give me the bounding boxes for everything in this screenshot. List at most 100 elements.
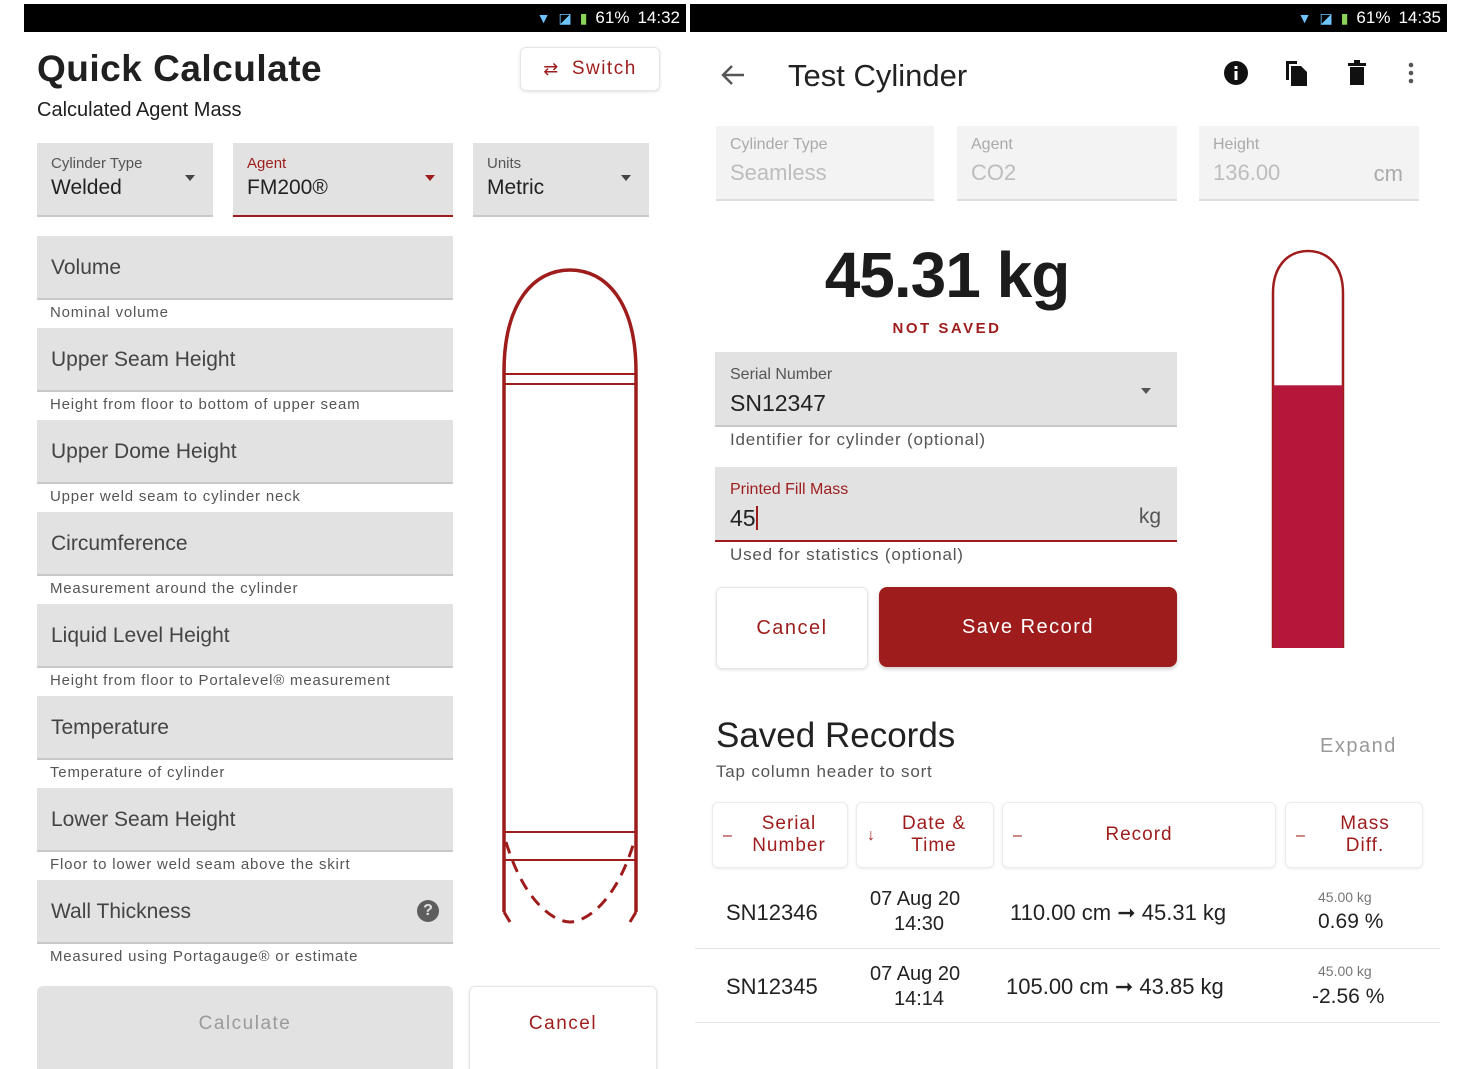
- volume-input[interactable]: Volume: [37, 236, 453, 300]
- wall-thickness-helper: Measured using Portagauge® or estimate: [50, 948, 359, 965]
- cylinder-type-value: Welded: [51, 176, 122, 199]
- saved-records-title: Saved Records: [716, 716, 956, 755]
- row-time: 14:30: [894, 913, 945, 935]
- serial-number-select[interactable]: Serial Number SN12347: [715, 352, 1177, 427]
- circumference-helper: Measurement around the cylinder: [50, 580, 299, 597]
- gauge-fill: [1273, 385, 1343, 648]
- swap-icon: ⇄: [543, 58, 560, 79]
- clock: 14:35: [1398, 8, 1441, 27]
- header-mass-diff[interactable]: – Mass Diff.: [1285, 802, 1423, 868]
- wall-thickness-input[interactable]: Wall Thickness ?: [37, 880, 453, 944]
- battery-icon: ▮: [579, 9, 588, 26]
- cancel-button[interactable]: Cancel: [716, 587, 868, 669]
- no-sim-icon: ◪: [558, 9, 572, 26]
- printed-fill-mass-value: 45: [730, 505, 756, 531]
- page-subtitle: Calculated Agent Mass: [37, 99, 242, 121]
- agent-value: CO2: [971, 160, 1017, 185]
- delete-icon[interactable]: [1342, 58, 1372, 88]
- arrow-down-icon: ↓: [867, 827, 876, 844]
- help-icon[interactable]: ?: [417, 900, 439, 922]
- cylinder-type-select[interactable]: Cylinder Type Welded: [37, 143, 213, 217]
- upper-dome-height-helper: Upper weld seam to cylinder neck: [50, 488, 301, 505]
- row-time: 14:14: [894, 988, 945, 1010]
- serial-number-helper: Identifier for cylinder (optional): [730, 430, 986, 449]
- upper-seam-height-helper: Height from floor to bottom of upper sea…: [50, 396, 361, 413]
- wall-thickness-label: Wall Thickness: [51, 900, 192, 923]
- cylinder-diagram: [502, 268, 638, 924]
- calculate-button[interactable]: Calculate: [37, 986, 453, 1069]
- cancel-button[interactable]: Cancel: [469, 986, 657, 1069]
- page-title: Quick Calculate: [37, 48, 323, 89]
- header-date-label: Date & Time: [901, 813, 967, 856]
- save-status: NOT SAVED: [892, 320, 1002, 337]
- height-unit: cm: [1373, 161, 1403, 186]
- serial-number-value: SN12347: [730, 390, 826, 416]
- upper-dome-height-input[interactable]: Upper Dome Height: [37, 420, 453, 484]
- status-bar: ▼ ◪ ▮ 61% 14:32: [24, 4, 686, 32]
- serial-number-label: Serial Number: [730, 366, 833, 383]
- units-select[interactable]: Units Metric: [473, 143, 649, 217]
- lower-seam-height-helper: Floor to lower weld seam above the skirt: [50, 856, 351, 873]
- calculated-mass: 45.31 kg: [824, 239, 1071, 311]
- cylinder-type-label: Cylinder Type: [51, 155, 143, 172]
- circumference-input[interactable]: Circumference: [37, 512, 453, 576]
- status-bar: ▼ ◪ ▮ 61% 14:35: [690, 4, 1447, 32]
- expand-button[interactable]: Expand: [1320, 735, 1397, 758]
- fill-level-gauge: [1271, 249, 1345, 648]
- agent-value: FM200®: [247, 176, 328, 199]
- test-cylinder-screen: ▼ ◪ ▮ 61% 14:35 Test Cylinder Cylinder T…: [690, 0, 1447, 1069]
- printed-fill-mass-value-wrap: 45: [730, 505, 1163, 532]
- row-divider: [695, 1022, 1440, 1023]
- wifi-icon: ▼: [536, 10, 551, 26]
- cylinder-type-readonly: Cylinder Type Seamless: [716, 126, 934, 201]
- header-record-label: Record: [1105, 824, 1173, 845]
- upper-seam-height-input[interactable]: Upper Seam Height: [37, 328, 453, 392]
- save-record-button[interactable]: Save Record: [879, 587, 1177, 667]
- agent-readonly: Agent CO2: [957, 126, 1177, 201]
- chevron-down-icon: [621, 175, 631, 181]
- row-mass-small: 45.00 kg: [1318, 963, 1372, 979]
- row-date: 07 Aug 20: [870, 888, 961, 910]
- temperature-input[interactable]: Temperature: [37, 696, 453, 760]
- more-vert-icon[interactable]: [1396, 58, 1426, 88]
- text-cursor: [755, 506, 758, 530]
- liquid-level-height-helper: Height from floor to Portalevel® measure…: [50, 672, 391, 689]
- lower-seam-height-input[interactable]: Lower Seam Height: [37, 788, 453, 852]
- row-record: 105.00 cm ➞ 43.85 kg: [1006, 974, 1224, 999]
- lower-dome-dashed: [504, 841, 636, 924]
- units-label: Units: [487, 155, 522, 172]
- header-record[interactable]: – Record: [1002, 802, 1276, 868]
- printed-fill-mass-helper: Used for statistics (optional): [730, 545, 964, 564]
- switch-button[interactable]: ⇄ Switch: [520, 47, 660, 91]
- wifi-icon: ▼: [1297, 10, 1312, 26]
- liquid-level-height-input[interactable]: Liquid Level Height: [37, 604, 453, 668]
- header-serial-label: Serial Number: [752, 813, 826, 856]
- header-date-time[interactable]: ↓ Date & Time: [856, 802, 994, 868]
- battery-icon: ▮: [1340, 9, 1349, 26]
- clock: 14:32: [637, 8, 680, 27]
- row-record: 110.00 cm ➞ 45.31 kg: [1010, 900, 1227, 925]
- row-divider: [695, 948, 1440, 949]
- sort-none-icon: –: [723, 827, 733, 844]
- header-serial-number[interactable]: – Serial Number: [712, 802, 848, 868]
- row-serial: SN12345: [726, 974, 818, 999]
- agent-select[interactable]: Agent FM200®: [233, 143, 453, 217]
- battery-percent: 61%: [1356, 8, 1391, 27]
- header-mass-label: Mass Diff.: [1340, 813, 1390, 856]
- chevron-down-icon: [1141, 388, 1151, 394]
- cylinder-type-label: Cylinder Type: [730, 136, 828, 153]
- copy-icon[interactable]: [1281, 58, 1311, 88]
- volume-helper: Nominal volume: [50, 304, 169, 321]
- no-sim-icon: ◪: [1319, 9, 1333, 26]
- printed-fill-mass-unit: kg: [1138, 505, 1161, 528]
- row-diff: 0.69 %: [1318, 910, 1384, 933]
- info-icon[interactable]: [1221, 58, 1251, 88]
- chevron-down-icon: [425, 175, 435, 181]
- agent-label: Agent: [247, 155, 287, 172]
- temperature-helper: Temperature of cylinder: [50, 764, 226, 781]
- row-diff: -2.56 %: [1312, 985, 1385, 1008]
- height-label: Height: [1213, 136, 1260, 153]
- back-arrow-icon[interactable]: [720, 62, 746, 88]
- printed-fill-mass-input[interactable]: Printed Fill Mass 45 kg: [715, 467, 1177, 542]
- sort-none-icon: –: [1013, 827, 1023, 844]
